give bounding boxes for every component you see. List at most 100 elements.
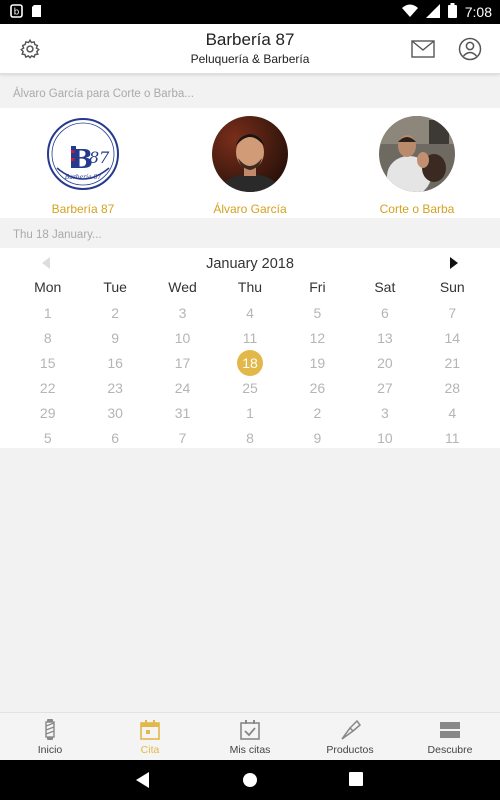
- calendar-day[interactable]: 13: [351, 328, 418, 353]
- barberia-logo: B 87 Barbería 87: [45, 116, 121, 192]
- calendar-day-number: 6: [111, 430, 120, 446]
- calendar-day[interactable]: 24: [149, 378, 216, 403]
- calendar-day[interactable]: 1: [14, 303, 81, 328]
- calendar-day-selected[interactable]: 18: [216, 350, 283, 378]
- calendar-day[interactable]: 31: [149, 403, 216, 428]
- calendar-day[interactable]: 29: [14, 403, 81, 428]
- calendar-day[interactable]: 26: [284, 378, 351, 403]
- system-navigation-bar: [0, 760, 500, 800]
- mail-icon[interactable]: [410, 36, 436, 62]
- calendar-day-number: 7: [178, 430, 187, 446]
- calendar-day-number: 11: [445, 430, 460, 446]
- app-header: Barbería 87 Peluquería & Barbería: [0, 24, 500, 74]
- calendar-day[interactable]: 22: [14, 378, 81, 403]
- weekday-label: Wed: [168, 279, 197, 295]
- calendar-day[interactable]: 9: [81, 328, 148, 353]
- calendar-day[interactable]: 20: [351, 353, 418, 378]
- calendar-day-number: 15: [39, 355, 56, 371]
- back-icon[interactable]: [136, 772, 150, 793]
- calendar-day[interactable]: 2: [81, 303, 148, 328]
- calendar-check-icon: [200, 719, 300, 741]
- calendar-day-number: 4: [448, 405, 457, 421]
- calendar-day-number: 9: [313, 430, 322, 446]
- calendar-day[interactable]: 16: [81, 353, 148, 378]
- calendar-day-number: 22: [39, 380, 56, 396]
- calendar-day-number: 9: [111, 330, 120, 346]
- calendar-day[interactable]: 30: [81, 403, 148, 428]
- calendar-day[interactable]: 23: [81, 378, 148, 403]
- barber-pole-icon: [0, 719, 100, 741]
- calendar-day[interactable]: 11: [419, 428, 486, 453]
- calendar-day-number: 3: [380, 405, 389, 421]
- cell-signal-icon: [425, 3, 440, 21]
- calendar-grid: Mon Tue Wed Thu Fri Sat Sun 1 2 3 4 5 6 7 8 9 10 11 12 13 14…: [14, 278, 486, 453]
- calendar-day[interactable]: 3: [351, 403, 418, 428]
- calendar-day-number: 27: [377, 380, 393, 396]
- calendar-day[interactable]: 8: [14, 328, 81, 353]
- calendar-day[interactable]: 8: [216, 428, 283, 453]
- sd-card-icon: [31, 4, 42, 23]
- svg-text:87: 87: [89, 148, 110, 167]
- calendar-month-label: January 2018: [206, 256, 294, 272]
- calendar-day[interactable]: 1: [216, 403, 283, 428]
- calendar-day-number: 5: [43, 430, 52, 446]
- tab-productos[interactable]: Productos: [300, 713, 400, 760]
- staff-option-corte[interactable]: Corte o Barba: [347, 116, 487, 216]
- calendar-day[interactable]: 10: [149, 328, 216, 353]
- calendar-day[interactable]: 27: [351, 378, 418, 403]
- calendar-day[interactable]: 9: [284, 428, 351, 453]
- next-month-arrow-icon[interactable]: [450, 257, 458, 269]
- weekday-label: Tue: [103, 279, 127, 295]
- calendar-day[interactable]: 19: [284, 353, 351, 378]
- staff-option-alvaro[interactable]: Álvaro García: [180, 116, 320, 216]
- calendar-day[interactable]: 28: [419, 378, 486, 403]
- calendar-day-number: 19: [309, 355, 326, 371]
- calendar-day-number: 10: [174, 330, 191, 346]
- user-icon[interactable]: [457, 36, 483, 62]
- calendar-day[interactable]: 7: [149, 428, 216, 453]
- calendar-day[interactable]: 4: [216, 303, 283, 328]
- calendar-day-number: 14: [444, 330, 461, 346]
- staff-selector: B 87 Barbería 87 Barbería 87 Álvaro Garc…: [0, 108, 500, 218]
- calendar-day[interactable]: 2: [284, 403, 351, 428]
- calendar-day-number: 4: [246, 305, 254, 321]
- calendar-day[interactable]: 25: [216, 378, 283, 403]
- calendar-day[interactable]: 7: [419, 303, 486, 328]
- alvaro-avatar: [212, 116, 288, 192]
- calendar-day-number: 17: [174, 355, 191, 371]
- calendar-icon: [100, 719, 200, 741]
- status-time: 7:08: [464, 4, 492, 20]
- weekday-label: Fri: [309, 279, 326, 295]
- calendar-day[interactable]: 12: [284, 328, 351, 353]
- tab-mis-citas[interactable]: Mis citas: [200, 713, 300, 760]
- home-icon[interactable]: [242, 772, 258, 793]
- calendar-day-number: 31: [174, 405, 191, 421]
- staff-option-barberia[interactable]: B 87 Barbería 87 Barbería 87: [13, 116, 153, 216]
- tab-cita[interactable]: Cita: [100, 713, 200, 760]
- calendar-day-number: 11: [242, 330, 258, 346]
- calendar-day[interactable]: 14: [419, 328, 486, 353]
- calendar-day-number: 30: [107, 405, 123, 421]
- calendar-day[interactable]: 4: [419, 403, 486, 428]
- calendar-day-number: 23: [107, 380, 123, 396]
- calendar-day-number: 1: [43, 305, 52, 321]
- wifi-icon: [401, 4, 418, 20]
- calendar-day[interactable]: 5: [284, 303, 351, 328]
- tab-descubre[interactable]: Descubre: [400, 713, 500, 760]
- calendar-day[interactable]: 15: [14, 353, 81, 378]
- calendar-day[interactable]: 17: [149, 353, 216, 378]
- calendar-day[interactable]: 10: [351, 428, 418, 453]
- razor-icon: [300, 719, 400, 741]
- calendar-day-number: 3: [178, 305, 187, 321]
- calendar-day[interactable]: 6: [351, 303, 418, 328]
- calendar-day[interactable]: 6: [81, 428, 148, 453]
- tab-inicio[interactable]: Inicio: [0, 713, 100, 760]
- calendar-day[interactable]: 21: [419, 353, 486, 378]
- calendar-day[interactable]: 5: [14, 428, 81, 453]
- staff-name: Corte o Barba: [379, 202, 455, 216]
- calendar-day-number: 1: [246, 405, 254, 421]
- calendar-day[interactable]: 3: [149, 303, 216, 328]
- battery-icon: [447, 3, 457, 21]
- calendar-day-number: 8: [246, 430, 254, 446]
- recents-icon[interactable]: [349, 772, 363, 791]
